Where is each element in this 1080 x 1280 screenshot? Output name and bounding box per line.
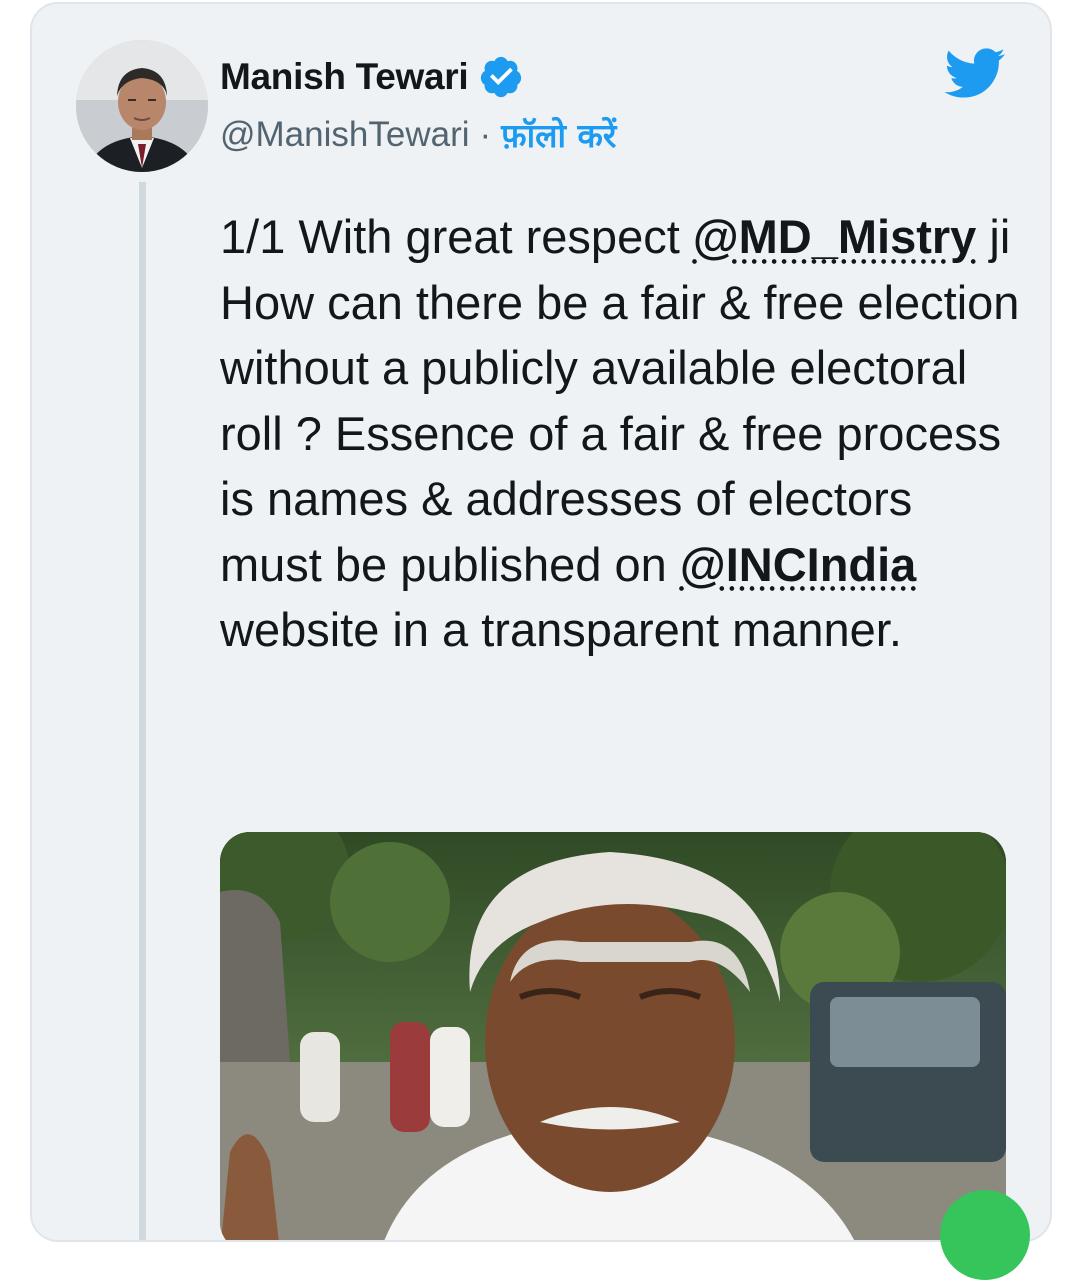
photo-attachment bbox=[220, 832, 1006, 1240]
separator-dot: · bbox=[479, 114, 492, 154]
mention-link-md-mistry[interactable]: @MD_Mistry bbox=[693, 210, 977, 263]
author-display-name[interactable]: Manish Tewari bbox=[220, 56, 469, 98]
tweet-card[interactable]: Manish Tewari @ManishTewari · फ़ॉलो करें… bbox=[30, 2, 1052, 1242]
tweet-text-part: ji How can there be a fair & free electi… bbox=[220, 210, 1020, 591]
follow-button[interactable]: फ़ॉलो करें bbox=[501, 112, 616, 157]
verified-badge-icon bbox=[481, 56, 522, 98]
twitter-bird-icon[interactable] bbox=[942, 46, 1006, 100]
mention-link-incindia[interactable]: @INCIndia bbox=[680, 538, 916, 591]
tweet-text-part: website in a transparent manner. bbox=[220, 603, 902, 656]
author-handle[interactable]: @ManishTewari bbox=[220, 115, 470, 155]
profile-photo bbox=[76, 40, 208, 172]
author-handle-row: @ManishTewari · फ़ॉलो करें bbox=[220, 112, 616, 157]
author-name-row[interactable]: Manish Tewari bbox=[220, 54, 524, 100]
thread-line bbox=[139, 182, 146, 1240]
floating-action-indicator bbox=[940, 1190, 1030, 1280]
tweet-text-part: 1/1 With great respect bbox=[220, 210, 693, 263]
tweet-media-photo[interactable] bbox=[220, 832, 1006, 1240]
avatar[interactable] bbox=[76, 40, 208, 172]
tweet-text: 1/1 With great respect @MD_Mistry ji How… bbox=[220, 204, 1020, 663]
